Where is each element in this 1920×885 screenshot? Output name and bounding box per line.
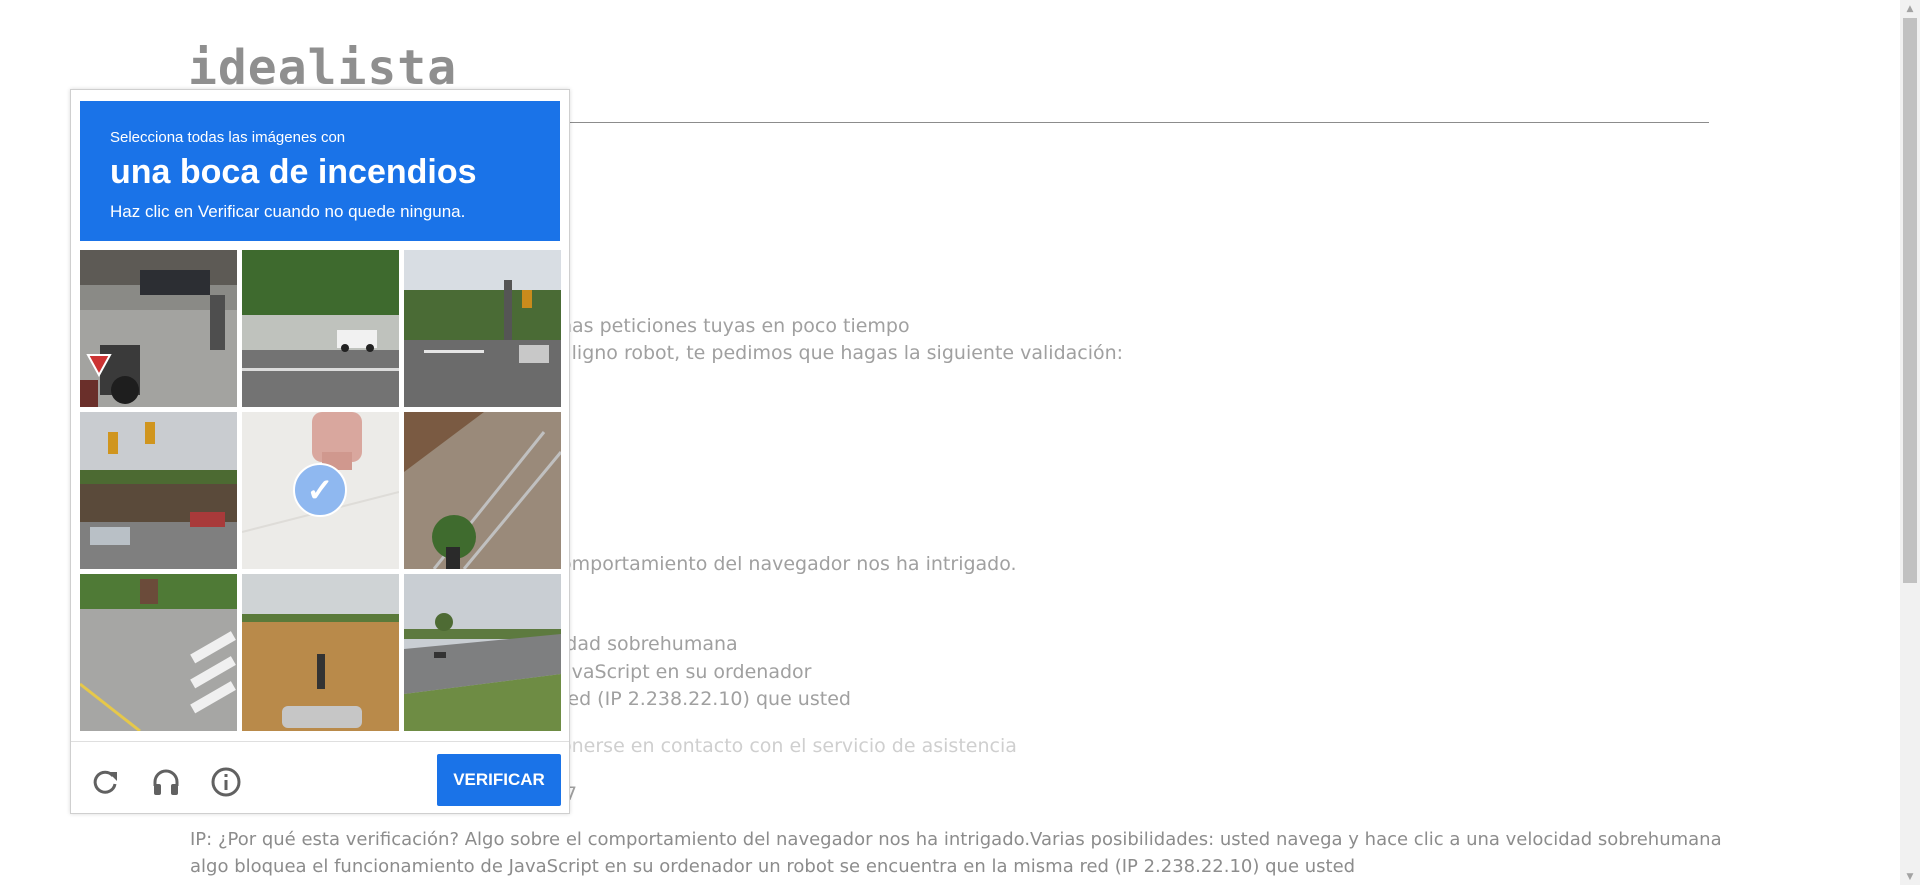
tile-road-truck[interactable]	[242, 250, 399, 407]
instruction-small: Selecciona todas las imágenes con	[110, 129, 346, 146]
info-icon	[211, 767, 241, 797]
body-text-line: IP: ¿Por qué esta verificación? Algo sob…	[190, 829, 1722, 850]
body-text-line: omportamiento del navegador nos ha intri…	[560, 553, 1017, 575]
footer-divider	[71, 741, 569, 742]
reload-icon	[93, 770, 117, 794]
body-text-line: algo bloquea el funcionamiento de JavaSc…	[190, 856, 1356, 877]
tile-hydrant-closeup[interactable]: ✓	[242, 412, 399, 569]
recaptcha-challenge: Selecciona todas las imágenes con una bo…	[70, 89, 570, 814]
road-traffic-light-image	[404, 250, 561, 407]
selected-check-icon: ✓	[293, 463, 347, 517]
body-text-line: red (IP 2.238.22.10) que usted	[560, 688, 851, 710]
body-text-line: idad sobrehumana	[560, 633, 738, 655]
verify-button[interactable]: VERIFICAR	[437, 754, 561, 806]
scroll-thumb[interactable]	[1903, 18, 1917, 583]
audio-challenge-button[interactable]	[146, 762, 186, 802]
tile-road-traffic-light[interactable]	[404, 250, 561, 407]
instruction-sub: Haz clic en Verificar cuando no quede ni…	[110, 202, 466, 221]
help-button[interactable]	[206, 762, 246, 802]
support-link-text[interactable]: onerse en contacto con el servicio de as…	[560, 734, 1017, 758]
body-text-line: has peticiones tuyas en poco tiempo	[560, 315, 910, 337]
tile-traffic-lights-parking[interactable]	[80, 412, 237, 569]
tile-street-motorcycle[interactable]	[80, 250, 237, 407]
road-truck-image	[242, 250, 399, 407]
scroll-down-arrow-icon[interactable]: ▼	[1900, 868, 1920, 885]
body-text-line: avaScript en su ordenador	[560, 661, 812, 683]
traffic-lights-parking-image	[80, 412, 237, 569]
idealista-logo: idealista	[188, 40, 458, 96]
reload-button[interactable]	[86, 762, 126, 802]
highway-field-image	[404, 574, 561, 731]
tile-stairs[interactable]	[404, 412, 561, 569]
crosswalk-image	[80, 574, 237, 731]
body-text-line: aligno robot, te pedimos que hagas la si…	[560, 342, 1124, 364]
field-car-image	[242, 574, 399, 731]
tile-crosswalk[interactable]	[80, 574, 237, 731]
instruction-target: una boca de incendios	[110, 153, 477, 191]
image-grid: ✓	[80, 250, 562, 732]
tile-field-car[interactable]	[242, 574, 399, 731]
stairs-image	[404, 412, 561, 569]
tile-highway-field[interactable]	[404, 574, 561, 731]
street-motorcycle-image	[80, 250, 237, 407]
headphones-icon	[153, 769, 179, 795]
vertical-scrollbar[interactable]: ▲ ▼	[1900, 0, 1920, 885]
challenge-header: Selecciona todas las imágenes con una bo…	[80, 101, 560, 241]
scroll-up-arrow-icon[interactable]: ▲	[1900, 0, 1920, 17]
